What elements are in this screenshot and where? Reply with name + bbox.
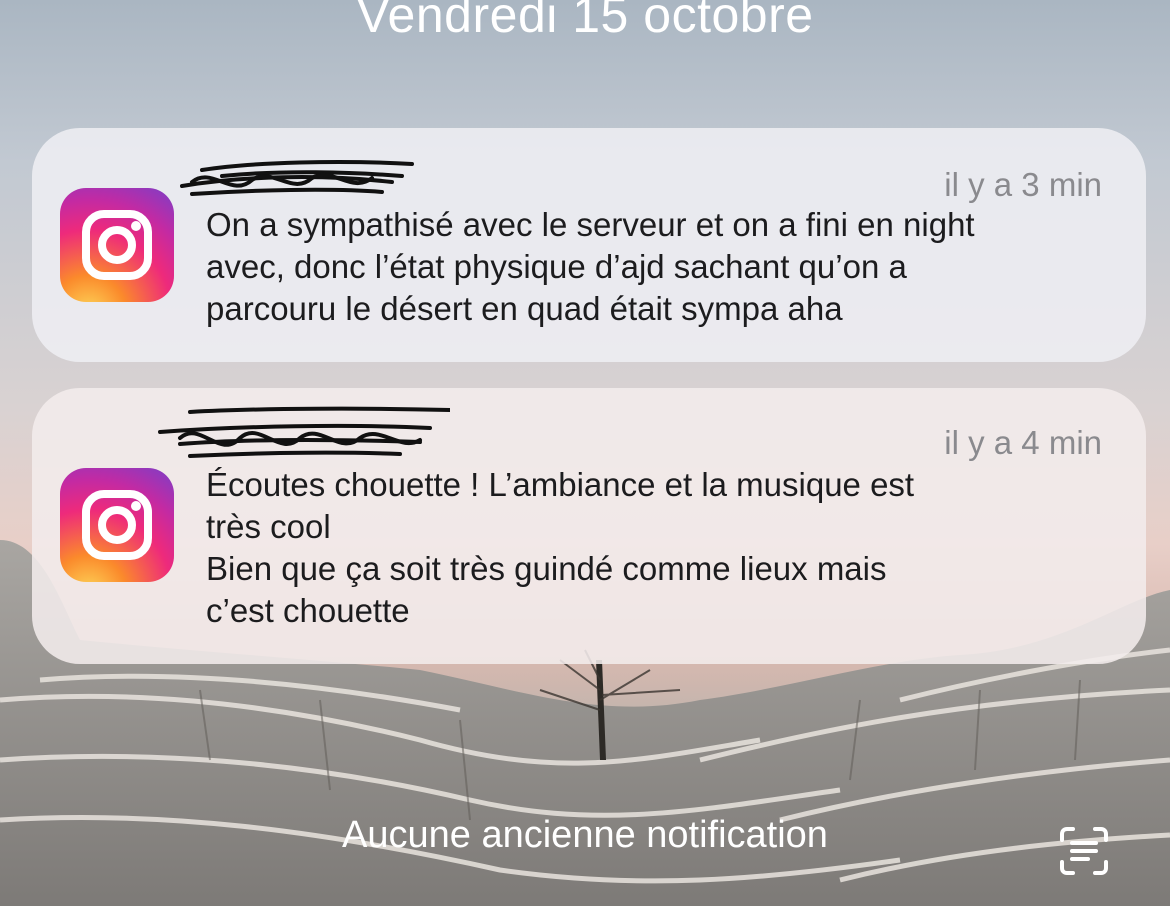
notification-card[interactable]: il y a 4 min Écoutes chouette ! L’ambian…	[32, 388, 1146, 664]
notification-time: il y a 4 min	[944, 424, 1102, 461]
notification-time: il y a 3 min	[944, 166, 1102, 203]
lockscreen-date: Vendredi 15 octobre	[356, 0, 814, 43]
redacted-sender-name	[180, 160, 414, 196]
notification-message: Écoutes chouette ! L’ambiance et la musi…	[206, 466, 915, 629]
instagram-icon	[60, 468, 174, 582]
instagram-icon	[60, 188, 174, 302]
text-scan-icon[interactable]	[1058, 826, 1110, 876]
notification-card[interactable]: il y a 3 min On a sympathisé avec le ser…	[32, 128, 1146, 362]
notification-message: On a sympathisé avec le serveur et on a …	[206, 206, 975, 327]
redacted-sender-name	[158, 406, 450, 458]
no-older-notifications-label: Aucune ancienne notification	[342, 814, 828, 856]
